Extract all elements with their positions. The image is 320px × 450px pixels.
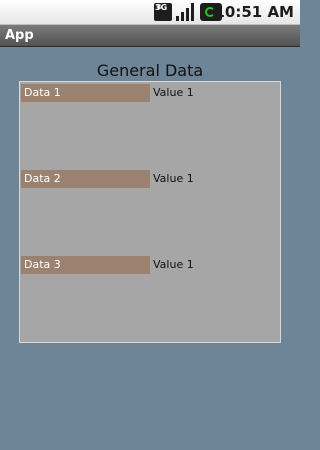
- data-label: Data 3: [21, 256, 150, 274]
- data-row: Data 2 Value 1: [21, 170, 279, 188]
- data-label: Data 2: [21, 170, 150, 188]
- data-row: Data 3 Value 1: [21, 256, 279, 274]
- data-row: Data 1 Value 1: [21, 84, 279, 102]
- page-title: General Data: [96, 61, 204, 80]
- data-label: Data 1: [21, 84, 150, 102]
- app-title-bar: App: [0, 25, 300, 47]
- data-value: Value 1: [153, 86, 194, 99]
- status-bar: 3G ⇅ 10:51 AM: [0, 0, 300, 25]
- signal-icon: [176, 3, 196, 21]
- 3g-icon: 3G ⇅: [154, 3, 172, 21]
- data-panel: Data 1 Value 1 Data 2 Value 1 Data 3 Val…: [19, 81, 281, 343]
- app-title: App: [5, 28, 34, 43]
- data-arrows-icon: ⇅: [156, 3, 162, 11]
- status-time: 10:51 AM: [214, 3, 294, 21]
- data-value: Value 1: [153, 258, 194, 271]
- data-value: Value 1: [153, 172, 194, 185]
